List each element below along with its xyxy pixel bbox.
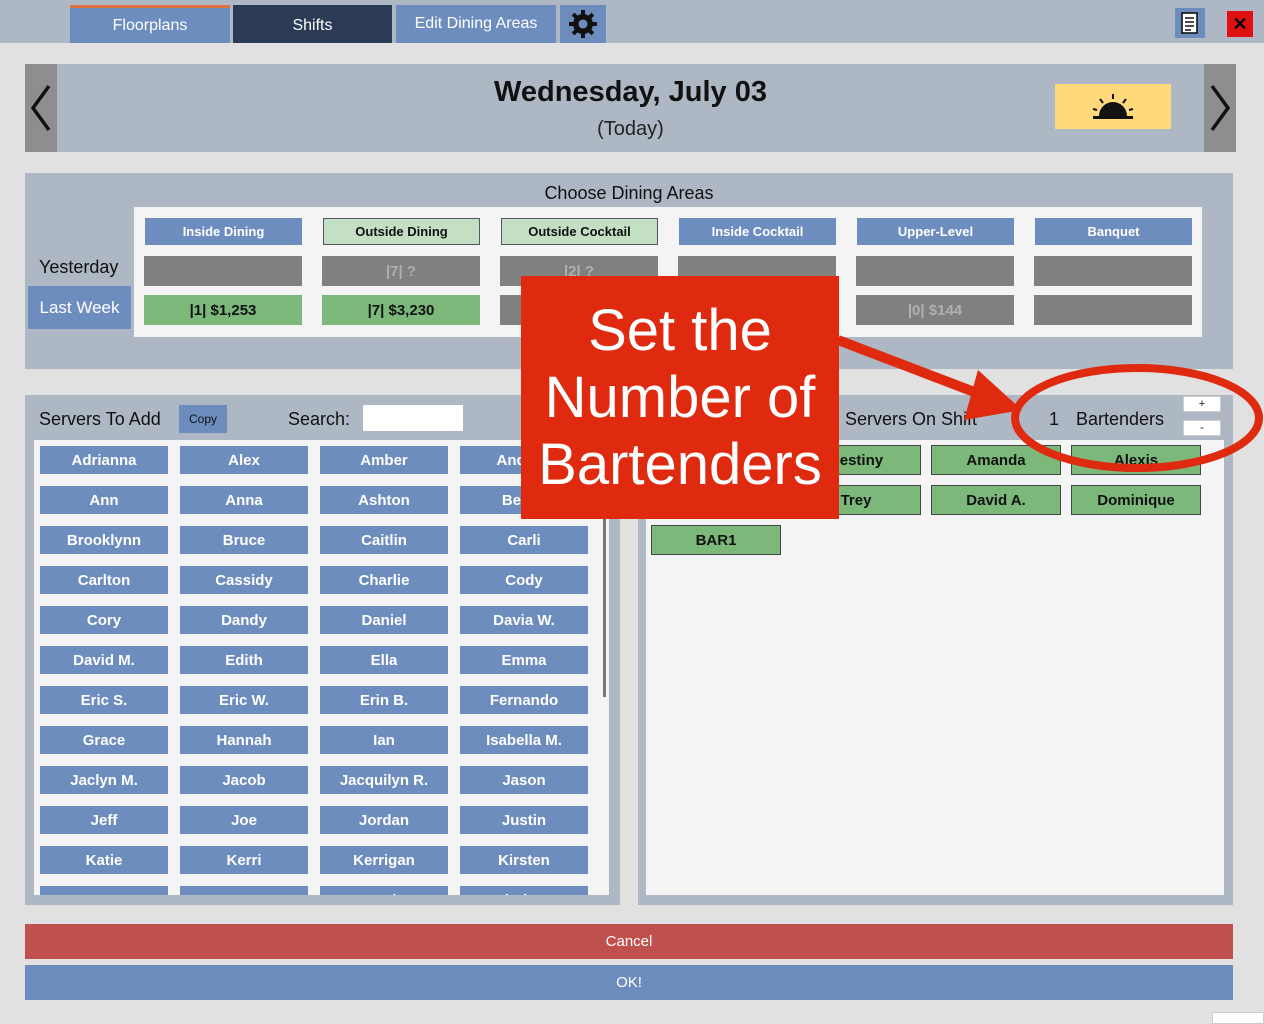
server-button-jaclyn-m[interactable]: Jaclyn M. bbox=[40, 766, 168, 794]
server-button-caitlin[interactable]: Caitlin bbox=[320, 526, 448, 554]
servers-to-add-title: Servers To Add bbox=[39, 409, 161, 429]
search-label: Search: bbox=[288, 409, 351, 429]
server-button-anna[interactable]: Anna bbox=[180, 486, 308, 514]
on-shift-button-dominique[interactable]: Dominique bbox=[1071, 485, 1201, 515]
bartenders-label: Bartenders bbox=[1076, 409, 1165, 429]
server-button-kirsten[interactable]: Kirsten bbox=[460, 846, 588, 874]
on-shift-button-bar1[interactable]: BAR1 bbox=[651, 525, 781, 555]
server-button-kerri[interactable]: Kerri bbox=[180, 846, 308, 874]
dining-areas-title: Choose Dining Areas bbox=[544, 183, 714, 203]
area-button-banquet[interactable]: Banquet bbox=[1035, 218, 1192, 245]
server-button-ella[interactable]: Ella bbox=[320, 646, 448, 674]
server-button-grace[interactable]: Grace bbox=[40, 726, 168, 754]
gear-icon bbox=[569, 10, 597, 38]
server-button-charlie[interactable]: Charlie bbox=[320, 566, 448, 594]
last-week-button[interactable]: Last Week bbox=[28, 286, 131, 329]
annotation-callout: Set the Number of Bartenders bbox=[521, 276, 839, 519]
server-button-dandy[interactable]: Dandy bbox=[180, 606, 308, 634]
server-button-daniel[interactable]: Daniel bbox=[320, 606, 448, 634]
tab-edit-dining-areas[interactable]: Edit Dining Areas bbox=[396, 5, 556, 43]
server-button-cassidy[interactable]: Cassidy bbox=[180, 566, 308, 594]
server-button-joe[interactable]: Joe bbox=[180, 806, 308, 834]
server-button-carli[interactable]: Carli bbox=[460, 526, 588, 554]
server-button-hannah[interactable]: Hannah bbox=[180, 726, 308, 754]
server-button-amber[interactable]: Amber bbox=[320, 446, 448, 474]
server-button-eric-s[interactable]: Eric S. bbox=[40, 686, 168, 714]
bartender-increment-button[interactable]: + bbox=[1183, 396, 1221, 412]
server-button-fernando[interactable]: Fernando bbox=[460, 686, 588, 714]
server-button-laura[interactable]: Laura bbox=[40, 886, 168, 895]
server-button-lindsay[interactable]: Lindsay bbox=[460, 886, 588, 895]
server-button-ian[interactable]: Ian bbox=[320, 726, 448, 754]
server-button-katie[interactable]: Katie bbox=[40, 846, 168, 874]
server-button-david-m[interactable]: David M. bbox=[40, 646, 168, 674]
on-shift-button-david-a[interactable]: David A. bbox=[931, 485, 1061, 515]
server-button-jordan[interactable]: Jordan bbox=[320, 806, 448, 834]
last-week-cell-inside-dining: |1| $1,253 bbox=[144, 295, 302, 325]
copy-button[interactable]: Copy bbox=[179, 405, 227, 433]
cancel-button[interactable]: Cancel bbox=[25, 924, 1233, 959]
server-button-edith[interactable]: Edith bbox=[180, 646, 308, 674]
server-button-jacquilyn-r[interactable]: Jacquilyn R. bbox=[320, 766, 448, 794]
server-button-brooklynn[interactable]: Brooklynn bbox=[40, 526, 168, 554]
last-week-cell-outside-dining: |7| $3,230 bbox=[322, 295, 480, 325]
top-bar: Floorplans Shifts Edit Dining Areas ✕ bbox=[0, 0, 1264, 43]
server-button-isabella-m[interactable]: Isabella M. bbox=[460, 726, 588, 754]
bartender-decrement-button[interactable]: - bbox=[1183, 420, 1221, 436]
close-button[interactable]: ✕ bbox=[1227, 11, 1253, 37]
close-icon: ✕ bbox=[1232, 13, 1248, 34]
yesterday-cell-outside-dining: |7| ? bbox=[322, 256, 480, 286]
shift-time-button[interactable] bbox=[1055, 84, 1171, 129]
server-button-ashton[interactable]: Ashton bbox=[320, 486, 448, 514]
resize-handle[interactable] bbox=[1212, 1012, 1264, 1024]
sunrise-icon bbox=[1092, 93, 1134, 119]
yesterday-cell-upper-level bbox=[856, 256, 1014, 286]
ok-button[interactable]: OK! bbox=[25, 965, 1233, 1000]
server-button-jeff[interactable]: Jeff bbox=[40, 806, 168, 834]
server-button-alex[interactable]: Alex bbox=[180, 446, 308, 474]
next-day-button[interactable] bbox=[1204, 64, 1236, 152]
area-button-outside-dining[interactable]: Outside Dining bbox=[323, 218, 480, 245]
server-button-cody[interactable]: Cody bbox=[460, 566, 588, 594]
servers-on-shift-title: Servers On Shift bbox=[845, 409, 978, 429]
yesterday-cell-inside-dining bbox=[144, 256, 302, 286]
server-button-cory[interactable]: Cory bbox=[40, 606, 168, 634]
server-button-justin[interactable]: Justin bbox=[460, 806, 588, 834]
yesterday-cell-banquet bbox=[1034, 256, 1192, 286]
server-button-leah[interactable]: Leah bbox=[320, 886, 448, 895]
server-button-jason[interactable]: Jason bbox=[460, 766, 588, 794]
last-week-cell-banquet bbox=[1034, 295, 1192, 325]
notepad-icon bbox=[1181, 12, 1198, 34]
notes-button[interactable] bbox=[1175, 8, 1205, 38]
settings-button[interactable] bbox=[560, 5, 606, 43]
server-button-ann[interactable]: Ann bbox=[40, 486, 168, 514]
area-button-upper-level[interactable]: Upper-Level bbox=[857, 218, 1014, 245]
server-button-eric-w[interactable]: Eric W. bbox=[180, 686, 308, 714]
server-button-bruce[interactable]: Bruce bbox=[180, 526, 308, 554]
on-shift-button-alexis[interactable]: Alexis bbox=[1071, 445, 1201, 475]
server-button-carlton[interactable]: Carlton bbox=[40, 566, 168, 594]
search-input[interactable] bbox=[363, 405, 463, 431]
area-button-outside-cocktail[interactable]: Outside Cocktail bbox=[501, 218, 658, 245]
server-button-kerrigan[interactable]: Kerrigan bbox=[320, 846, 448, 874]
server-button-jacob[interactable]: Jacob bbox=[180, 766, 308, 794]
area-button-inside-cocktail[interactable]: Inside Cocktail bbox=[679, 218, 836, 245]
server-button-adrianna[interactable]: Adrianna bbox=[40, 446, 168, 474]
chevron-right-icon bbox=[1210, 84, 1231, 132]
area-button-inside-dining[interactable]: Inside Dining bbox=[145, 218, 302, 245]
tab-floorplans[interactable]: Floorplans bbox=[70, 5, 230, 43]
server-button-lauren[interactable]: Lauren bbox=[180, 886, 308, 895]
tab-shifts[interactable]: Shifts bbox=[233, 5, 392, 43]
server-button-emma[interactable]: Emma bbox=[460, 646, 588, 674]
bartender-count: 1 bbox=[1049, 409, 1060, 429]
yesterday-label: Yesterday bbox=[39, 257, 119, 277]
date-header: Wednesday, July 03 (Today) bbox=[25, 64, 1236, 152]
server-button-davia-w[interactable]: Davia W. bbox=[460, 606, 588, 634]
on-shift-button-amanda[interactable]: Amanda bbox=[931, 445, 1061, 475]
last-week-cell-upper-level: |0| $144 bbox=[856, 295, 1014, 325]
server-button-erin-b[interactable]: Erin B. bbox=[320, 686, 448, 714]
